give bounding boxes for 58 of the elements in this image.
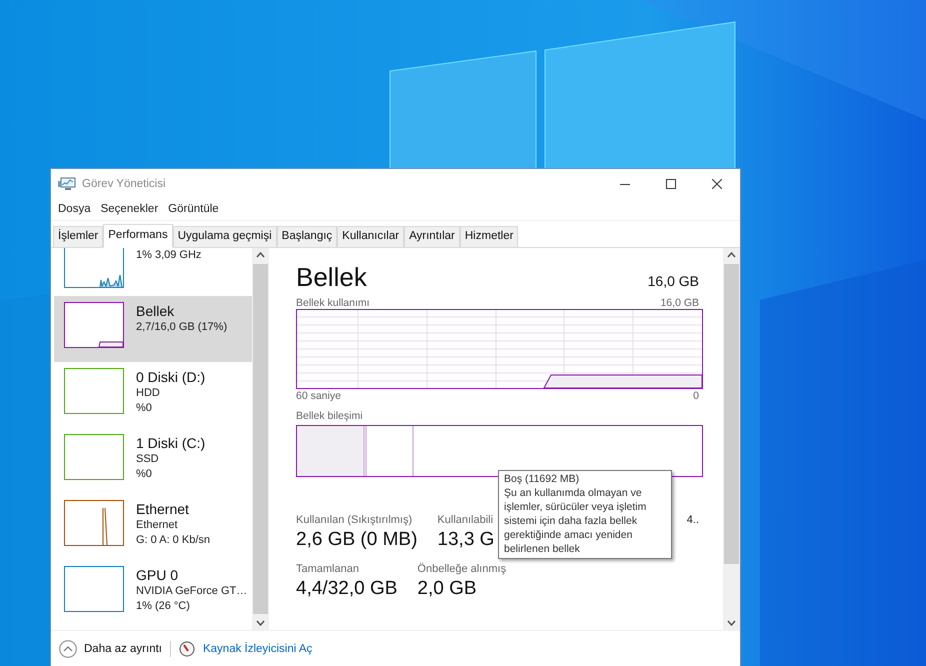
- resource-monitor-link[interactable]: Kaynak İzleyicisini Aç: [202, 642, 312, 654]
- stat-value: 4,4/32,0 GB: [296, 578, 398, 600]
- item-detail: 2,7/16,0 GB (17%): [136, 320, 228, 335]
- item-title: 1 Diski (C:): [136, 434, 206, 452]
- chart-max-label: 16,0 GB: [660, 297, 699, 309]
- maximize-icon: [666, 178, 676, 188]
- item-detail: SSD: [136, 452, 160, 467]
- scrollbar[interactable]: [252, 248, 269, 630]
- tab[interactable]: Hizmetler: [460, 226, 518, 247]
- sidebar-item[interactable]: 0 Diski (D:) HDD %0: [54, 362, 252, 428]
- stat-value: 2,0 GB: [417, 578, 478, 600]
- item-detail: Ethernet: [136, 518, 179, 533]
- time-axis-label: 0: [693, 390, 699, 402]
- item-title: 0 Diski (D:): [136, 368, 206, 386]
- item-detail: NVIDIA GeForce GT…: [136, 584, 248, 599]
- tab[interactable]: İşlemler: [53, 226, 104, 247]
- stat-value: 13,3 G: [437, 529, 494, 551]
- tab[interactable]: Performans: [103, 224, 173, 248]
- section-title: Bellek: [296, 262, 367, 293]
- stat-label: Kullanılabili: [437, 514, 494, 526]
- sidebar-item[interactable]: 1% 3,09 GHz: [54, 248, 252, 296]
- capacity-text: 16,0 GB: [648, 273, 699, 291]
- scrollbar[interactable]: [723, 248, 740, 630]
- gauge-icon: [178, 640, 195, 656]
- sidebar-item[interactable]: Bellek 2,7/16,0 GB (17%): [54, 296, 252, 362]
- tab[interactable]: Ayrıntılar: [404, 226, 460, 247]
- time-axis-label: 60 saniye: [296, 390, 341, 402]
- item-detail: 1% (26 °C): [136, 599, 191, 614]
- chevron-up-icon: [59, 640, 77, 658]
- stat-value: 2,6 GB (0 MB): [296, 529, 418, 551]
- item-title: Bellek: [136, 302, 176, 320]
- stat-label: Tamamlanan: [296, 563, 360, 575]
- monitor-icon: [58, 176, 76, 190]
- sidebar-item[interactable]: Ethernet Ethernet G: 0 A: 0 Kb/sn: [54, 494, 252, 560]
- menu-item[interactable]: Görüntüle: [165, 203, 222, 215]
- chart-label: Bellek kullanımı: [296, 297, 370, 309]
- stat-label: Önbelleğe alınmış: [417, 563, 506, 575]
- menu-item[interactable]: Dosya: [55, 203, 94, 215]
- item-title: Ethernet: [136, 500, 190, 518]
- item-detail: 1% 3,09 GHz: [136, 248, 202, 263]
- tab[interactable]: Başlangıç: [276, 226, 338, 247]
- less-details-button[interactable]: Daha az ayrıntı: [59, 640, 162, 658]
- tooltip: Boş (11692 MB) Şu an kullanımda olmayan ve işlemler, sürücüler veya işletim sistemi için daha fazla bellek gerektiğinde amacı yeniden belirlenen bellek: [498, 470, 672, 559]
- sidebar-item[interactable]: 1 Diski (C:) SSD %0: [54, 428, 252, 494]
- tab[interactable]: Uygulama geçmişi: [172, 226, 277, 247]
- item-detail: %0: [136, 467, 153, 482]
- menu-item[interactable]: Seçenekler: [98, 203, 162, 215]
- tab[interactable]: Kullanıcılar: [337, 226, 404, 247]
- item-detail: HDD: [136, 386, 161, 401]
- stat-label: Kullanılan (Sıkıştırılmış): [296, 514, 414, 526]
- window-title: Görev Yöneticisi: [82, 178, 166, 190]
- item-detail: %0: [136, 401, 153, 416]
- close-icon: [712, 178, 722, 188]
- sidebar-item[interactable]: GPU 0 NVIDIA GeForce GT… 1% (26 °C): [54, 560, 252, 626]
- chart-label: Bellek bileşimi: [296, 410, 364, 422]
- item-title: GPU 0: [136, 566, 180, 584]
- item-detail: G: 0 A: 0 Kb/sn: [136, 533, 210, 548]
- stat-label: 4..: [686, 514, 699, 526]
